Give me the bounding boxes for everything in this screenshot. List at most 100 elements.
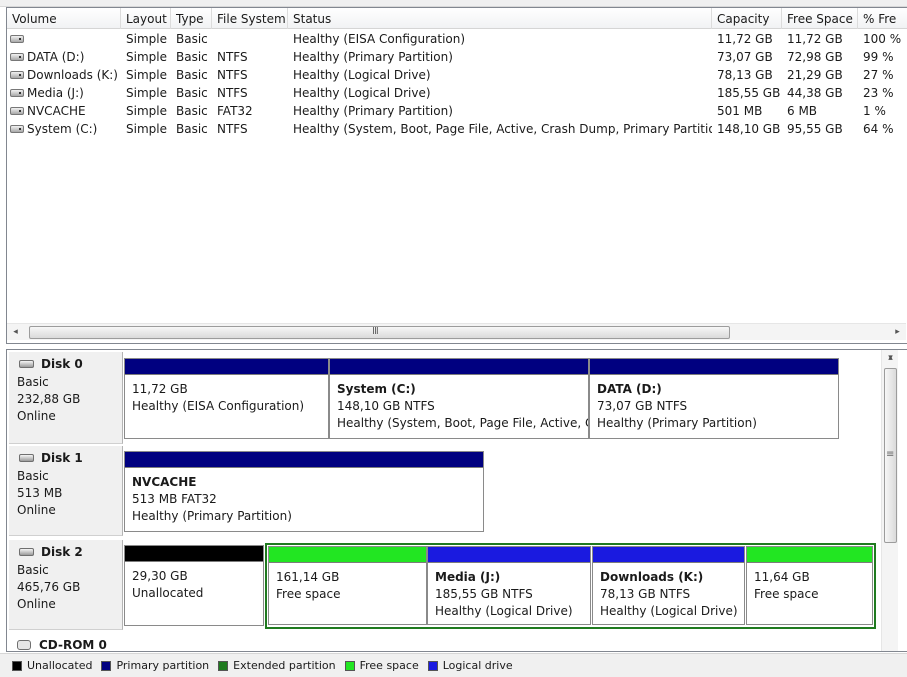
volume-list[interactable]: Volume Layout Type File System Status Ca… (6, 7, 907, 344)
volume-cell: NTFS (217, 68, 248, 82)
partition-name: Downloads (K:) (600, 570, 704, 584)
scroll-right-arrow-icon[interactable]: ▸ (889, 324, 906, 341)
partition-block[interactable]: System (C:) 148,10 GB NTFS Healthy (Syst… (329, 358, 589, 439)
volume-cell: Basic (176, 86, 208, 100)
horizontal-scroll-thumb[interactable]: III (29, 326, 730, 339)
disk-info-panel[interactable]: Disk 1 Basic 513 MB Online (9, 446, 123, 536)
partition-block[interactable]: DATA (D:) 73,07 GB NTFS Healthy (Primary… (589, 358, 839, 439)
disk-size: 232,88 GB (17, 392, 81, 406)
column-header-file-system[interactable]: File System (212, 8, 288, 29)
partition-block[interactable]: Downloads (K:) 78,13 GB NTFS Healthy (Lo… (592, 546, 745, 625)
cdrom-row[interactable]: CD-ROM 0 (17, 638, 107, 651)
volume-row[interactable]: System (C:) Simple Basic NTFS Healthy (Syste… (7, 120, 907, 138)
column-header-capacity[interactable]: Capacity (712, 8, 782, 29)
volume-cell: 44,38 GB (787, 86, 843, 100)
legend-swatch (101, 660, 112, 671)
disk-name: Disk 2 (41, 545, 83, 559)
volume-cell: Basic (176, 68, 208, 82)
partition-block[interactable]: 161,14 GB Free space (268, 546, 427, 625)
volume-cell: Healthy (Primary Partition) (293, 104, 453, 118)
disk-state: Online (17, 503, 56, 517)
volume-cell: Healthy (Logical Drive) (293, 68, 431, 82)
volume-cell: Basic (176, 122, 208, 136)
volume-cell: 72,98 GB (787, 50, 843, 64)
toolbar-strip (0, 0, 907, 7)
volume-cell: Media (J:) (27, 86, 84, 100)
column-header-status[interactable]: Status (288, 8, 712, 29)
legend-item: Unallocated (12, 659, 92, 672)
column-header-type[interactable]: Type (171, 8, 212, 29)
volume-row[interactable]: Simple Basic Healthy (EISA Configuration) 1… (7, 30, 907, 48)
column-header-free-space[interactable]: Free Space (782, 8, 858, 29)
volume-cell: Healthy (Logical Drive) (293, 86, 431, 100)
partition-block[interactable]: 11,72 GB Healthy (EISA Configuration) (124, 358, 329, 439)
partition-status: Free space (276, 587, 341, 601)
volume-row[interactable]: Downloads (K:) Simple Basic NTFS Healthy (Lo… (7, 66, 907, 84)
partition-status: Healthy (Primary Partition) (132, 509, 292, 523)
partition-color-bar (593, 547, 744, 563)
partition-block[interactable]: Media (J:) 185,55 GB NTFS Healthy (Logic… (427, 546, 591, 625)
disk-name: Disk 1 (41, 451, 83, 465)
partition-size: 78,13 GB NTFS (600, 587, 691, 601)
partition-color-bar (428, 547, 590, 563)
partition-color-bar (125, 452, 483, 468)
partition-status: Healthy (Primary Partition) (597, 416, 757, 430)
volume-cell: FAT32 (217, 104, 253, 118)
disk-type: Basic (17, 375, 49, 389)
horizontal-scrollbar[interactable]: ◂ III ▸ (7, 323, 906, 340)
disk-info-panel[interactable]: Disk 0 Basic 232,88 GB Online (9, 352, 123, 444)
disk-state: Online (17, 597, 56, 611)
volume-cell: Simple (126, 50, 167, 64)
legend-item: Primary partition (101, 659, 209, 672)
partition-status: Free space (754, 587, 819, 601)
volume-cell: 100 % (863, 32, 902, 46)
scroll-down-arrow-icon[interactable]: ▾ (882, 350, 899, 367)
legend-label: Logical drive (442, 659, 513, 672)
partition-color-bar (590, 359, 838, 375)
legend-label: Unallocated (27, 659, 93, 672)
column-header-volume[interactable]: Volume (7, 8, 121, 29)
partition-block[interactable]: NVCACHE 513 MB FAT32 Healthy (Primary Pa… (124, 451, 484, 532)
hard-disk-icon (19, 360, 34, 368)
hard-disk-icon (19, 454, 34, 462)
volume-cell: 23 % (863, 86, 894, 100)
disk-type: Basic (17, 563, 49, 577)
partition-size: 11,72 GB (132, 382, 188, 396)
disk-info-panel[interactable]: Disk 2 Basic 465,76 GB Online (9, 540, 123, 630)
scroll-grip-icon: ≡ (886, 449, 895, 460)
partition-size: 148,10 GB NTFS (337, 399, 435, 413)
vertical-scroll-thumb[interactable]: ≡ (884, 368, 897, 543)
partition-status: Healthy (EISA Configuration) (132, 399, 305, 413)
volume-cell: 1 % (863, 104, 886, 118)
volume-cell: Healthy (Primary Partition) (293, 50, 453, 64)
volume-cell: Simple (126, 86, 167, 100)
disk-type: Basic (17, 469, 49, 483)
column-header-layout[interactable]: Layout (121, 8, 171, 29)
volume-cell: 185,55 GB (717, 86, 781, 100)
vertical-scrollbar[interactable]: ▴ ≡ ▾ (881, 350, 898, 651)
partition-block[interactable]: 11,64 GB Free space (746, 546, 873, 625)
partition-block[interactable]: 29,30 GB Unallocated (124, 545, 264, 626)
legend-swatch (427, 660, 438, 671)
volume-cell: NTFS (217, 50, 248, 64)
partition-size: 513 MB FAT32 (132, 492, 217, 506)
hard-disk-icon (19, 548, 34, 556)
partition-color-bar (269, 547, 426, 563)
partition-name: DATA (D:) (597, 382, 662, 396)
scroll-left-arrow-icon[interactable]: ◂ (7, 324, 24, 341)
disk-graphical-view[interactable]: Disk 0 Basic 232,88 GB Online 11,72 GB H… (6, 349, 907, 652)
legend-item: Free space (344, 659, 419, 672)
volume-cell: Healthy (System, Boot, Page File, Active… (293, 122, 712, 136)
legend-label: Primary partition (116, 659, 210, 672)
volume-cell: 64 % (863, 122, 894, 136)
volume-row[interactable]: DATA (D:) Simple Basic NTFS Healthy (Primary… (7, 48, 907, 66)
legend-swatch (12, 660, 22, 671)
partition-color-bar (125, 546, 263, 562)
volume-row[interactable]: NVCACHE Simple Basic FAT32 Healthy (Primary … (7, 102, 907, 120)
column-header-percent-free[interactable]: % Fre (858, 8, 907, 29)
partition-size: 73,07 GB NTFS (597, 399, 688, 413)
cdrom-icon (17, 640, 31, 650)
scroll-grip-icon: III (372, 326, 379, 337)
partition-size: 185,55 GB NTFS (435, 587, 533, 601)
volume-row[interactable]: Media (J:) Simple Basic NTFS Healthy (Logica… (7, 84, 907, 102)
